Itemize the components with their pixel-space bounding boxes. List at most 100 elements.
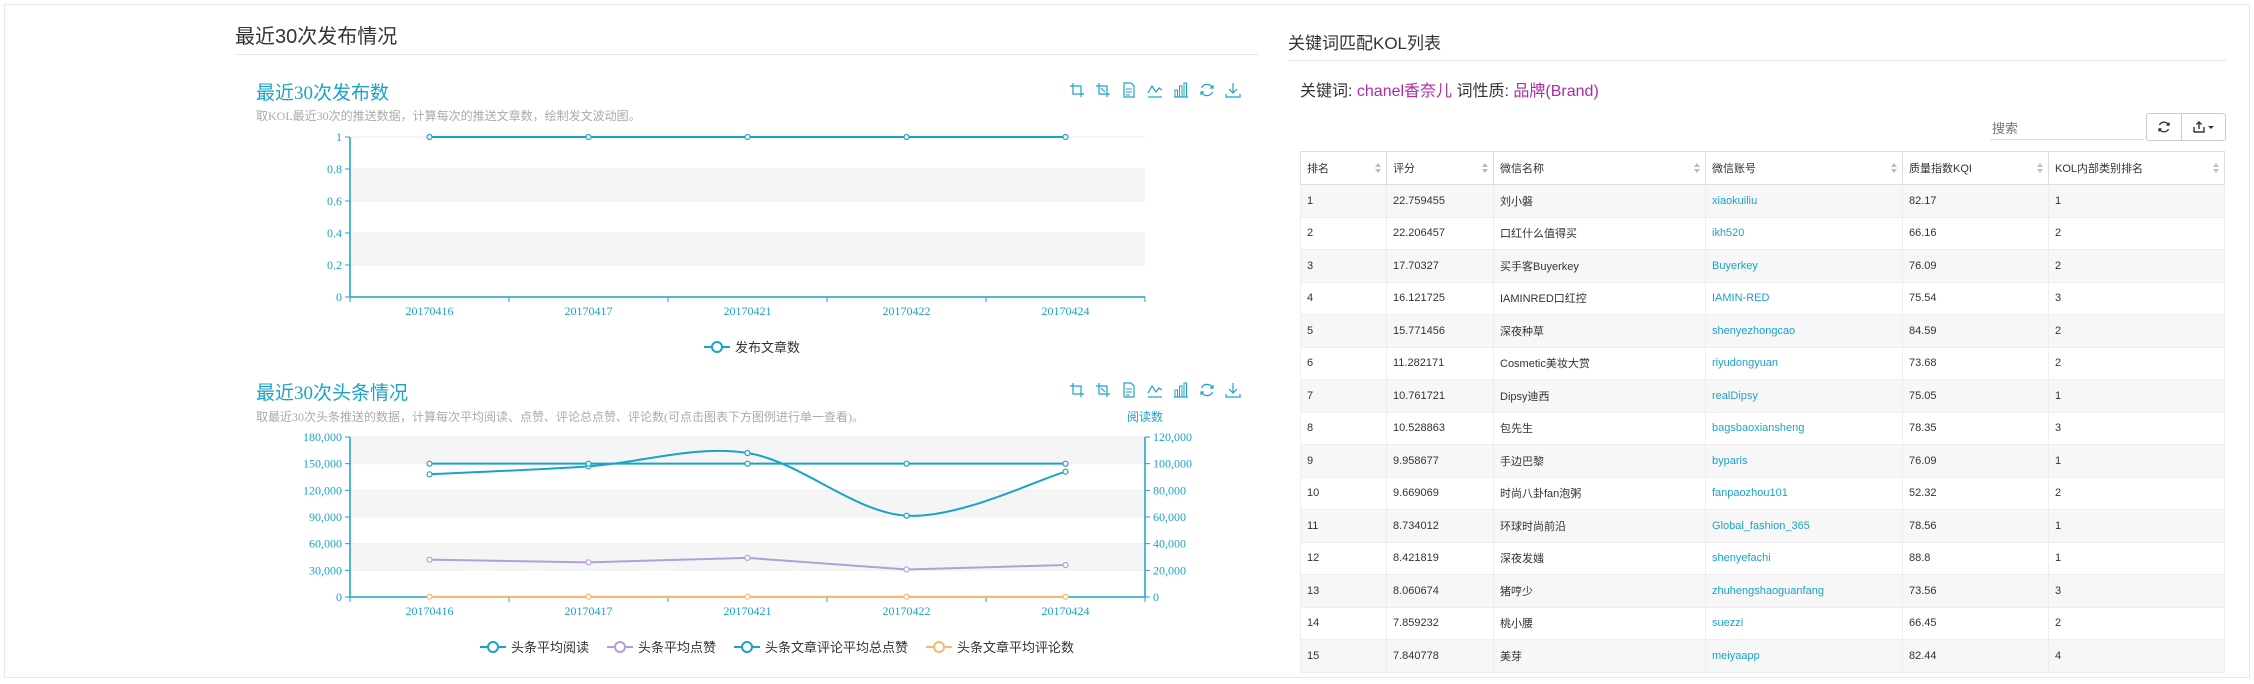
x-tick-label: 20170421 [724,304,772,318]
chart2-right-axis-name: 阅读数 [1127,410,1164,424]
grid-band [350,233,1145,265]
line-chart-tool-button[interactable] [1147,382,1163,398]
wechat-account-link[interactable]: xiaokuiliu [1705,184,1903,218]
chart2-legend: 头条平均阅读 头条平均点赞 头条文章评论平均总点赞 头条文章平均评论数 [480,637,1074,656]
sort-icon [1482,163,1488,173]
legend-label: 头条文章平均评论数 [957,640,1075,655]
wechat-account-link[interactable]: bagsbaoxiansheng [1705,411,1903,445]
table-row[interactable]: 9 9.958677 手边巴黎 byparis 76.09 1 [1300,444,2225,478]
column-header[interactable]: 微信名称 [1493,151,1706,185]
chart2-toolbox [1069,382,1241,398]
sort-icon [2213,163,2219,173]
data-view-icon [1123,382,1135,398]
column-header[interactable]: 排名 [1300,151,1387,185]
legend-item[interactable]: 发布文章数 [704,337,800,356]
table-cell: 刘小磐 [1493,184,1706,218]
wechat-account-link[interactable]: meiyaapp [1705,639,1903,673]
data-point [585,133,592,141]
y-tick-label: 0.2 [327,258,342,272]
table-cell: 88.8 [1902,541,2049,575]
table-row[interactable]: 7 10.761721 Dipsy迪西 realDipsy 75.05 1 [1300,379,2225,413]
table-cell: 3 [2048,411,2225,445]
legend-item[interactable]: 头条平均点赞 [607,637,716,656]
wechat-account-link[interactable]: IAMIN-RED [1705,281,1903,315]
wechat-account-link[interactable]: fanpaozhou101 [1705,476,1903,510]
table-row[interactable]: 1 22.759455 刘小磐 xiaokuiliu 82.17 1 [1300,184,2225,218]
legend-marker [734,640,761,653]
column-header[interactable]: 评分 [1386,151,1494,185]
refresh-button[interactable] [2146,113,2182,141]
column-header[interactable]: 微信账号 [1705,151,1903,185]
table-cell: 10.528863 [1386,411,1494,445]
bar-chart-tool-button[interactable] [1173,382,1189,398]
table-row[interactable]: 5 15.771456 深夜种草 shenyezhongcao 84.59 2 [1300,314,2225,348]
table-cell: 9.958677 [1386,444,1494,478]
table-row[interactable]: 6 11.282171 Cosmetic美妆大赏 riyudongyuan 73.68 2 [1300,346,2225,380]
zoom-reset-icon [1096,383,1110,397]
table-cell: 15 [1300,639,1387,673]
table-cell: 22.206457 [1386,216,1494,250]
table-row[interactable]: 11 8.734012 环球时尚前沿 Global_fashion_365 78.56 1 [1300,509,2225,543]
y-tick-label: 0.4 [327,226,342,240]
table-cell: 美芽 [1493,639,1706,673]
zoom-tool-button[interactable] [1069,382,1085,398]
table-cell: 2 [2048,216,2225,250]
wechat-account-link[interactable]: Buyerkey [1705,249,1903,283]
table-row[interactable]: 3 17.70327 买手客Buyerkey Buyerkey 76.09 2 [1300,249,2225,283]
kol-list-divider [1288,60,2226,61]
nature-label: 词性质: [1456,83,1509,100]
column-header[interactable]: KOL内部类别排名 [2048,151,2225,185]
sort-icon [1375,163,1381,173]
table-row[interactable]: 2 22.206457 口红什么值得买 ikh520 66.16 2 [1300,216,2225,250]
legend-marker [926,640,953,653]
column-header[interactable]: 质量指数KQI [1902,151,2049,185]
table-cell: 7.840778 [1386,639,1494,673]
table-cell: 11 [1300,509,1387,543]
legend-item[interactable]: 头条文章平均评论数 [926,637,1074,656]
table-cell: 2 [2048,346,2225,380]
table-cell: 4 [2048,639,2225,673]
wechat-account-link[interactable]: byparis [1705,444,1903,478]
legend-item[interactable]: 头条文章评论平均总点赞 [734,637,908,656]
wechat-account-link[interactable]: ikh520 [1705,216,1903,250]
kol-list-title: 关键词匹配KOL列表 [1288,34,1442,53]
wechat-account-link[interactable]: Global_fashion_365 [1705,509,1903,543]
wechat-account-link[interactable]: shenyezhongcao [1705,314,1903,348]
table-row[interactable]: 13 8.060674 猪哼少 zhuhengshaoguanfang 73.56 3 [1300,574,2225,608]
table-row[interactable]: 15 7.840778 美芽 meiyaapp 82.44 4 [1300,639,2225,673]
wechat-account-link[interactable]: zhuhengshaoguanfang [1705,574,1903,608]
table-cell: 75.05 [1902,379,2049,413]
y-tick-label: 0.8 [327,162,342,176]
table-row[interactable]: 4 16.121725 IAMINRED口红控 IAMIN-RED 75.54 3 [1300,281,2225,315]
table-header-row: 排名 评分 微信名称 微信账号 质量指数KQI KOL内部类别排名 [1300,151,2225,185]
wechat-account-link[interactable]: realDipsy [1705,379,1903,413]
column-header-label: 质量指数KQI [1909,163,1972,175]
wechat-account-link[interactable]: shenyefachi [1705,541,1903,575]
data-point [903,133,910,141]
zoom-reset-tool-button[interactable] [1095,382,1111,398]
data-view-tool-button[interactable] [1121,382,1137,398]
legend-item[interactable]: 头条平均阅读 [480,637,589,656]
table-row[interactable]: 14 7.859232 桃小腰 suezzi 66.45 2 [1300,606,2225,640]
sort-icon [1694,163,1700,173]
table-cell: 8.060674 [1386,574,1494,608]
table-cell: 8 [1300,411,1387,445]
wechat-account-link[interactable]: suezzi [1705,606,1903,640]
export-button[interactable] [2182,113,2226,141]
table-row[interactable]: 8 10.528863 包先生 bagsbaoxiansheng 78.35 3 [1300,411,2225,445]
legend-label: 发布文章数 [735,340,801,355]
download-tool-button[interactable] [1225,382,1241,398]
table-cell: 3 [1300,249,1387,283]
table-cell: 2 [1300,216,1387,250]
wechat-account-link[interactable]: riyudongyuan [1705,346,1903,380]
table-cell: 52.32 [1902,476,2049,510]
table-cell: IAMINRED口红控 [1493,281,1706,315]
table-row[interactable]: 10 9.669069 时尚八卦fan泡粥 fanpaozhou101 52.32 2 [1300,476,2225,510]
search-input[interactable] [1990,117,2144,140]
table-cell: 2 [2048,606,2225,640]
restore-tool-button[interactable] [1199,382,1215,398]
export-icon [2192,121,2214,133]
table-cell: 13 [1300,574,1387,608]
chart2-title: 最近30次头条情况 [256,383,409,404]
table-row[interactable]: 12 8.421819 深夜发媸 shenyefachi 88.8 1 [1300,541,2225,575]
